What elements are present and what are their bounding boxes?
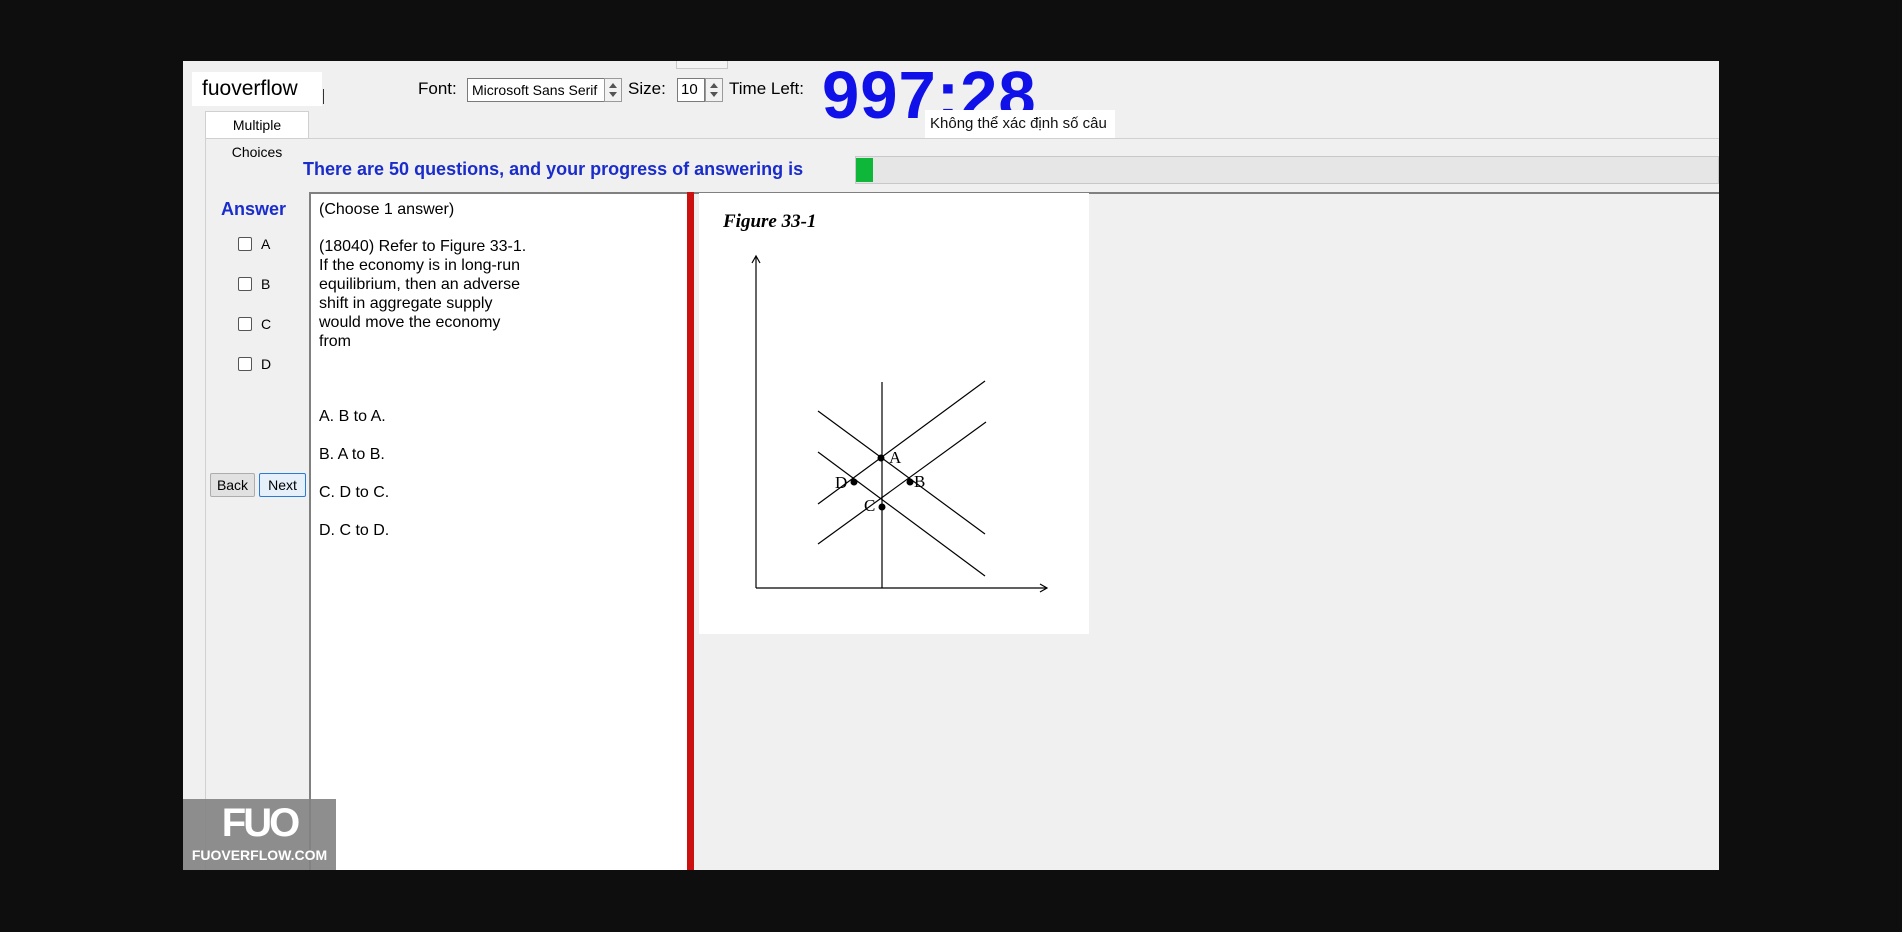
progress-bar xyxy=(855,156,1719,184)
font-size-input[interactable]: 10 xyxy=(677,78,705,102)
figure-card: Figure 33-1 A B C D xyxy=(699,193,1089,634)
answer-label-d: D xyxy=(261,356,272,372)
font-label: Font: xyxy=(418,79,457,98)
choice-c: C. D to C. xyxy=(319,484,390,501)
tab-multiple-choices[interactable]: Multiple Choices xyxy=(205,111,309,160)
size-label: Size: xyxy=(628,79,666,98)
point-b xyxy=(906,478,914,486)
question-line: equilibrium, then an adverse xyxy=(319,276,521,293)
figure-diagram: A B C D xyxy=(751,254,1049,593)
question-line: (18040) Refer to Figure 33-1. xyxy=(319,238,527,255)
question-line: shift in aggregate supply xyxy=(319,295,493,312)
question-line: would move the economy xyxy=(319,314,501,331)
choice-d: D. C to D. xyxy=(319,522,390,539)
answer-label-a: A xyxy=(261,236,271,252)
label-b: B xyxy=(914,472,925,491)
point-a xyxy=(877,454,885,462)
spin-up-icon[interactable] xyxy=(609,83,617,88)
back-button[interactable]: Back xyxy=(210,473,255,497)
question-line: from xyxy=(319,333,351,350)
answer-checkbox-d[interactable] xyxy=(238,357,252,371)
point-c xyxy=(878,503,886,511)
spin-down-icon[interactable] xyxy=(710,92,718,97)
next-button[interactable]: Next xyxy=(259,473,306,497)
answer-label-c: C xyxy=(261,316,272,332)
label-d: D xyxy=(835,473,847,492)
answer-label-b: B xyxy=(261,276,271,292)
status-message: Không thể xác định số câu xyxy=(925,110,1115,138)
username-field[interactable]: fuoverflow xyxy=(192,72,322,106)
toolbar-stub xyxy=(676,61,728,69)
label-a: A xyxy=(889,448,902,467)
answer-checkbox-a[interactable] xyxy=(238,237,252,251)
text-caret xyxy=(323,89,324,104)
size-spinner[interactable] xyxy=(705,78,723,102)
choice-a: A. B to A. xyxy=(319,408,386,425)
question-line: If the economy is in long-run xyxy=(319,257,520,274)
answer-title: Answer xyxy=(221,199,287,219)
exam-window: fuoverflow Font: Microsoft Sans Serif Si… xyxy=(183,61,1719,870)
spin-down-icon[interactable] xyxy=(609,92,617,97)
panel-splitter[interactable] xyxy=(687,192,694,870)
label-c: C xyxy=(864,496,875,515)
answer-checkbox-c[interactable] xyxy=(238,317,252,331)
point-d xyxy=(850,478,858,486)
watermark: FUO FUOVERFLOW.COM xyxy=(183,799,336,870)
watermark-logo: FUO xyxy=(221,801,300,845)
font-spinner[interactable] xyxy=(604,78,622,102)
answer-checkbox-b[interactable] xyxy=(238,277,252,291)
choice-b: B. A to B. xyxy=(319,446,385,463)
question-instruction: (Choose 1 answer) xyxy=(319,201,455,218)
spin-up-icon[interactable] xyxy=(710,83,718,88)
progress-fill xyxy=(856,158,873,182)
progress-text: There are 50 questions, and your progres… xyxy=(303,159,804,179)
font-select[interactable]: Microsoft Sans Serif xyxy=(467,78,605,102)
time-left-label: Time Left: xyxy=(729,79,804,98)
watermark-site: FUOVERFLOW.COM xyxy=(191,847,328,863)
downward-line-lower xyxy=(817,451,986,577)
question-panel: (Choose 1 answer) (18040) Refer to Figur… xyxy=(309,192,687,870)
